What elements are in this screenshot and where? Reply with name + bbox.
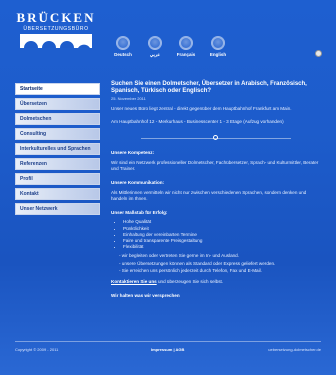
logo[interactable]: BRÜCKEN ÜBERSETZUNGSBÜRO bbox=[16, 10, 96, 58]
lang-circle-icon bbox=[148, 36, 162, 50]
logo-subtitle: ÜBERSETZUNGSBÜRO bbox=[23, 26, 89, 32]
lang-deutsch[interactable]: Deutsch bbox=[108, 36, 138, 57]
service-line: - Sie erreichen uns persönlich jederzeit… bbox=[119, 267, 262, 273]
footer-divider bbox=[15, 341, 321, 342]
lang-circle-icon bbox=[179, 36, 193, 50]
sidebar-item-profil[interactable]: Profil bbox=[15, 173, 100, 185]
sidebar-nav: Startseite Übersetzen Dolmetschen Consul… bbox=[15, 83, 100, 218]
post-date: 25. November 2011 bbox=[111, 96, 146, 102]
bridge-arches-icon bbox=[20, 34, 92, 48]
promise-text: Wir halten was wir versprechen bbox=[111, 293, 180, 299]
sidebar-item-interkulturelles[interactable]: Interkulturelles und Sprachen bbox=[15, 143, 100, 155]
footer-links[interactable]: Impressum | AGB bbox=[151, 347, 184, 352]
section-title-kompetenz: Unsere Kompetenz: bbox=[111, 149, 155, 155]
section-title-massstab: Unser Maßstab für Erfolg: bbox=[111, 210, 168, 216]
language-selector: Deutsch عربي Français English bbox=[108, 36, 308, 60]
lang-circle-icon bbox=[211, 36, 225, 50]
sidebar-item-kontakt[interactable]: Kontakt bbox=[15, 188, 100, 200]
site-name: uebersetzung-dolmetscher.de bbox=[268, 347, 321, 352]
sidebar-item-netzwerk[interactable]: Unser Netzwerk bbox=[15, 203, 100, 215]
lang-label: Français bbox=[176, 52, 196, 57]
page-headline: Suchen Sie einen Dolmetscher, Übersetzer… bbox=[111, 81, 307, 95]
contact-line-rest: und überzeugen Sie sich selbst. bbox=[156, 279, 224, 285]
flag-icon[interactable] bbox=[315, 50, 322, 57]
lang-circle-icon bbox=[116, 36, 130, 50]
sidebar-item-dolmetschen[interactable]: Dolmetschen bbox=[15, 113, 100, 125]
sidebar-item-uebersetzen[interactable]: Übersetzen bbox=[15, 98, 100, 110]
slider-dot-icon[interactable] bbox=[213, 134, 218, 140]
sidebar-item-startseite[interactable]: Startseite bbox=[15, 83, 100, 95]
copyright-text: Copyright © 2009 - 2011 bbox=[15, 347, 59, 352]
logo-title: BRÜCKEN bbox=[16, 10, 96, 25]
sidebar-item-consulting[interactable]: Consulting bbox=[15, 128, 100, 140]
lang-francais[interactable]: Français bbox=[171, 36, 201, 57]
section-title-kommunikation: Unsere Kommunikation: bbox=[111, 180, 165, 186]
lang-label: عربي bbox=[149, 52, 161, 57]
lang-english[interactable]: English bbox=[203, 36, 233, 57]
intro-text: Unser neues Büro liegt zentral - direkt … bbox=[111, 106, 292, 112]
lang-label: English bbox=[209, 52, 227, 57]
service-line: - wir begleiten oder vertreten Sie gerne… bbox=[119, 253, 240, 259]
main-content: Suchen Sie einen Dolmetscher, Übersetzer… bbox=[111, 81, 321, 298]
slider[interactable] bbox=[111, 134, 321, 142]
success-list: Hohe Qualität Pünktlichkeit Einhaltung d… bbox=[111, 219, 321, 250]
lang-label: Deutsch bbox=[114, 52, 132, 57]
section-text-kommunikation: Als Mittlerinnen vermitteln wir nicht nu… bbox=[111, 190, 307, 202]
header: BRÜCKEN ÜBERSETZUNGSBÜRO Deutsch عربي Fr… bbox=[0, 0, 336, 62]
section-text-kompetenz: Wir sind ein Netzwerk professioneller Do… bbox=[111, 159, 319, 171]
contact-line: Kontaktieren Sie uns und überzeugen Sie … bbox=[111, 279, 321, 285]
lang-arabic[interactable]: عربي bbox=[140, 36, 170, 58]
service-line: - unsere Übersetzungen können als Standa… bbox=[119, 260, 276, 266]
list-item: Flexibilität bbox=[123, 244, 321, 250]
contact-link[interactable]: Kontaktieren Sie uns bbox=[111, 279, 157, 284]
sidebar-item-referenzen[interactable]: Referenzen bbox=[15, 158, 100, 170]
address-text: Am Hauptbahnhof 12 - Merkurhaus - Busine… bbox=[111, 118, 284, 124]
